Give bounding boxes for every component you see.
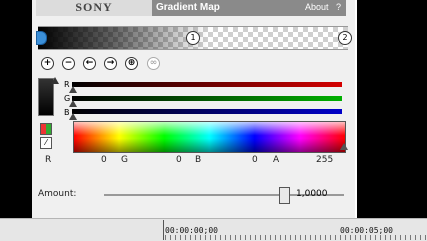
right-frame — [357, 0, 427, 240]
move-left-icon[interactable]: ← — [83, 57, 96, 70]
spectrum-marker-icon — [340, 143, 348, 150]
b-slider-track[interactable] — [72, 109, 342, 114]
timecode-end: 00:00:05;00 — [340, 226, 393, 235]
help-link[interactable]: ? — [336, 0, 341, 16]
center-icon[interactable]: ⊕ — [125, 57, 138, 70]
a-value-label: A — [273, 155, 280, 165]
eyedropper-icon[interactable]: ⁄ — [40, 137, 52, 149]
g-value-label: G — [121, 155, 128, 165]
b-value[interactable]: 0 — [252, 155, 258, 167]
about-link[interactable]: About — [305, 0, 329, 16]
color-spectrum[interactable] — [73, 121, 346, 153]
amount-slider-thumb[interactable] — [278, 187, 290, 204]
b-value-label: B — [195, 155, 202, 165]
amount-label: Amount: — [38, 189, 77, 199]
g-slider-track[interactable] — [72, 96, 342, 101]
gradient-stop-left[interactable] — [36, 31, 47, 45]
g-value[interactable]: 0 — [176, 155, 182, 167]
r-value[interactable]: 0 — [101, 155, 107, 167]
palette-icon[interactable] — [40, 123, 52, 135]
gradient-stop-1[interactable]: 1 — [186, 31, 200, 45]
swatch-marker-icon — [51, 77, 59, 84]
sony-logo: SONY — [36, 0, 152, 16]
r-slider-thumb[interactable] — [69, 86, 77, 93]
gradient-stop-2[interactable]: 2 — [338, 31, 352, 45]
g-slider-thumb[interactable] — [69, 100, 77, 107]
timeline-ticks — [165, 235, 427, 240]
left-frame — [0, 0, 32, 240]
a-value[interactable]: 255 — [316, 155, 333, 167]
r-slider-track[interactable] — [72, 82, 342, 87]
move-right-icon[interactable]: → — [104, 57, 117, 70]
timeline-divider — [163, 220, 164, 240]
remove-stop-icon[interactable]: − — [62, 57, 75, 70]
timecode-start: 00:00:00;00 — [165, 226, 218, 235]
add-stop-icon[interactable]: + — [41, 57, 54, 70]
r-value-label: R — [45, 155, 52, 165]
link-icon[interactable]: ∞ — [147, 57, 160, 70]
b-slider-thumb[interactable] — [69, 113, 77, 120]
amount-value[interactable]: 1,0000 — [296, 189, 328, 199]
panel-title: Gradient Map — [156, 2, 220, 13]
